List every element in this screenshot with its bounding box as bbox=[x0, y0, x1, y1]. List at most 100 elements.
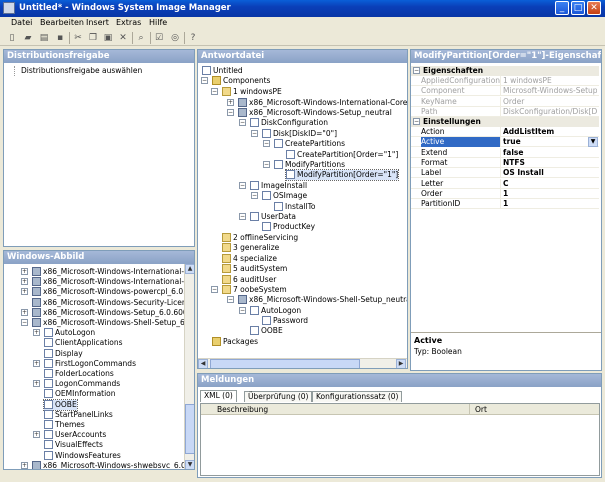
paste-icon[interactable]: ▣ bbox=[102, 32, 114, 44]
answer-tree-item[interactable]: − Disk[DiskID="0"] bbox=[251, 129, 337, 139]
answer-tree-item[interactable]: 3 generalize bbox=[222, 243, 279, 253]
collapse-icon[interactable]: − bbox=[227, 296, 234, 303]
config-set-icon[interactable]: ◎ bbox=[169, 32, 181, 44]
expand-icon[interactable]: + bbox=[33, 380, 40, 388]
expand-icon[interactable]: + bbox=[33, 359, 40, 367]
image-tree-item[interactable]: WindowsFeatures bbox=[44, 450, 121, 461]
image-vertical-scrollbar[interactable]: ▲ ▼ bbox=[184, 264, 194, 469]
answer-horizontal-scrollbar[interactable]: ◀ ▶ bbox=[198, 358, 407, 368]
image-tree-item[interactable]: x86_Microsoft-Windows-Security-Licensin bbox=[32, 297, 194, 308]
dropdown-arrow-icon[interactable]: ▼ bbox=[588, 137, 598, 148]
collapse-icon[interactable]: − bbox=[239, 119, 246, 126]
answer-tree-item[interactable]: CreatePartition[Order="1"] bbox=[286, 150, 398, 160]
image-tree-item[interactable]: + x86_Microsoft-Windows-shwebsvc_6.0.60 bbox=[21, 460, 194, 469]
collapse-icon[interactable]: − bbox=[227, 109, 234, 116]
validate-icon[interactable]: ☑ bbox=[153, 32, 165, 44]
image-tree-item[interactable]: + x86_Microsoft-Windows-Setup_6.0.6001. bbox=[21, 307, 194, 318]
image-tree-item[interactable]: + x86_Microsoft-Windows-International-Cor… bbox=[21, 267, 194, 277]
scroll-thumb[interactable] bbox=[185, 404, 194, 454]
property-value[interactable]: C bbox=[501, 179, 597, 189]
cut-icon[interactable]: ✂ bbox=[72, 32, 84, 44]
menu-hilfe[interactable]: Hilfe bbox=[149, 18, 167, 27]
answer-tree-item[interactable]: − ModifyPartitions bbox=[263, 160, 345, 170]
answer-tree-item[interactable]: − ImageInstall bbox=[239, 181, 307, 191]
find-icon[interactable]: ⌕ bbox=[135, 32, 147, 44]
expand-icon[interactable]: + bbox=[21, 268, 28, 275]
collapse-icon[interactable]: − bbox=[263, 161, 270, 168]
answer-tree-item[interactable]: − CreatePartitions bbox=[263, 139, 345, 149]
property-row[interactable]: Extend false bbox=[411, 147, 599, 158]
help-icon[interactable]: ? bbox=[187, 32, 199, 44]
collapse-icon[interactable]: − bbox=[413, 67, 420, 74]
collapse-icon[interactable]: − bbox=[239, 182, 246, 189]
property-row[interactable]: Active true ▼ bbox=[411, 137, 599, 148]
image-tree-item[interactable]: Themes bbox=[44, 420, 85, 430]
menu-bearbeiten[interactable]: Bearbeiten bbox=[40, 18, 84, 27]
image-tree-item[interactable]: OEMInformation bbox=[44, 389, 116, 399]
answer-tree-item[interactable]: − x86_Microsoft-Windows-Shell-Setup_neutr… bbox=[227, 295, 407, 305]
image-tree-item[interactable]: Display bbox=[44, 348, 83, 359]
image-tree-item[interactable]: + AutoLogon bbox=[33, 328, 95, 338]
expand-icon[interactable]: + bbox=[227, 99, 234, 106]
image-tree-item[interactable]: FolderLocations bbox=[44, 369, 114, 379]
answer-tree-item[interactable]: ProductKey bbox=[262, 222, 315, 232]
property-row[interactable]: PartitionID 1 bbox=[411, 199, 599, 210]
image-tree-item[interactable]: + x86_Microsoft-Windows-powercpl_6.0.600 bbox=[21, 287, 194, 297]
delete-icon[interactable]: ✕ bbox=[117, 32, 129, 44]
property-row[interactable]: Action AddListItem bbox=[411, 127, 599, 137]
answer-tree-item[interactable]: ModifyPartition[Order="1"] bbox=[284, 169, 400, 181]
collapse-icon[interactable]: − bbox=[197, 67, 198, 74]
image-tree-item[interactable]: VisualEffects bbox=[44, 440, 103, 450]
scroll-right-arrow[interactable]: ▶ bbox=[396, 359, 406, 368]
collapse-icon[interactable]: − bbox=[21, 319, 28, 326]
property-category[interactable]: Eigenschaften bbox=[411, 66, 599, 76]
answer-tree-item[interactable]: − OSImage bbox=[251, 191, 307, 201]
property-category[interactable]: Einstellungen bbox=[411, 117, 599, 127]
property-row[interactable]: Format NTFS bbox=[411, 157, 599, 168]
image-tree-item[interactable]: + FirstLogonCommands bbox=[33, 358, 136, 369]
answer-tree-item[interactable]: 6 auditUser bbox=[222, 275, 276, 285]
answer-tree-item[interactable]: − DiskConfiguration bbox=[239, 118, 328, 128]
answer-tree-item[interactable]: 4 specialize bbox=[222, 254, 277, 264]
expand-icon[interactable]: + bbox=[21, 461, 28, 469]
tab-configuration-set[interactable]: Konfigurationssatz (0) bbox=[312, 391, 403, 402]
collapse-icon[interactable]: − bbox=[251, 192, 258, 199]
property-value[interactable]: NTFS bbox=[501, 158, 597, 168]
answer-tree-item[interactable]: OOBE bbox=[250, 326, 283, 336]
property-row[interactable]: PathDiskConfiguration/Disk[DiskID= bbox=[411, 106, 599, 117]
column-description[interactable]: Beschreibung bbox=[217, 405, 268, 414]
property-row[interactable]: AppliedConfigurationPass1 windowsPE bbox=[411, 76, 599, 86]
open-folder-icon[interactable]: ▰ bbox=[22, 32, 34, 44]
menu-datei[interactable]: Datei bbox=[11, 18, 32, 27]
scroll-down-arrow[interactable]: ▼ bbox=[185, 460, 194, 469]
property-value[interactable]: false bbox=[501, 148, 597, 158]
collapse-icon[interactable]: − bbox=[263, 140, 270, 147]
collapse-icon[interactable]: − bbox=[201, 77, 208, 84]
image-tree-item[interactable]: ClientApplications bbox=[44, 338, 123, 348]
close-button[interactable]: ✕ bbox=[587, 1, 601, 15]
select-distribution-share-item[interactable]: Distributionsfreigabe auswählen bbox=[14, 66, 142, 76]
menu-insert[interactable]: Insert bbox=[86, 18, 109, 27]
scroll-up-arrow[interactable]: ▲ bbox=[185, 264, 194, 274]
answer-tree-item[interactable]: 5 auditSystem bbox=[222, 264, 287, 274]
image-tree-item[interactable]: − x86_Microsoft-Windows-Shell-Setup_6.0.6 bbox=[21, 318, 194, 328]
property-value[interactable]: true bbox=[501, 137, 597, 147]
new-file-icon[interactable]: ▯ bbox=[6, 32, 18, 44]
save-icon[interactable]: ▪ bbox=[54, 32, 66, 44]
property-row[interactable]: Component Microsoft-Windows-Setup bbox=[411, 86, 599, 97]
collapse-icon[interactable]: − bbox=[413, 118, 420, 125]
answer-tree-item[interactable]: − AutoLogon bbox=[239, 306, 301, 316]
answer-tree-item[interactable]: −Untitled bbox=[202, 66, 243, 76]
collapse-icon[interactable]: − bbox=[239, 213, 246, 220]
expand-icon[interactable]: + bbox=[33, 329, 40, 337]
expand-icon[interactable]: + bbox=[21, 308, 28, 316]
copy-icon[interactable]: ❐ bbox=[87, 32, 99, 44]
image-tree-item[interactable]: StartPanelLinks bbox=[44, 409, 113, 420]
collapse-icon[interactable]: − bbox=[211, 88, 218, 95]
maximize-button[interactable]: □ bbox=[571, 1, 585, 15]
tab-validation[interactable]: Überprüfung (0) bbox=[244, 391, 313, 402]
expand-icon[interactable]: + bbox=[21, 278, 28, 286]
collapse-icon[interactable]: − bbox=[211, 286, 218, 293]
property-row[interactable]: Order 1 bbox=[411, 188, 599, 199]
answer-tree-item[interactable]: − x86_Microsoft-Windows-Setup_neutral bbox=[227, 108, 392, 118]
